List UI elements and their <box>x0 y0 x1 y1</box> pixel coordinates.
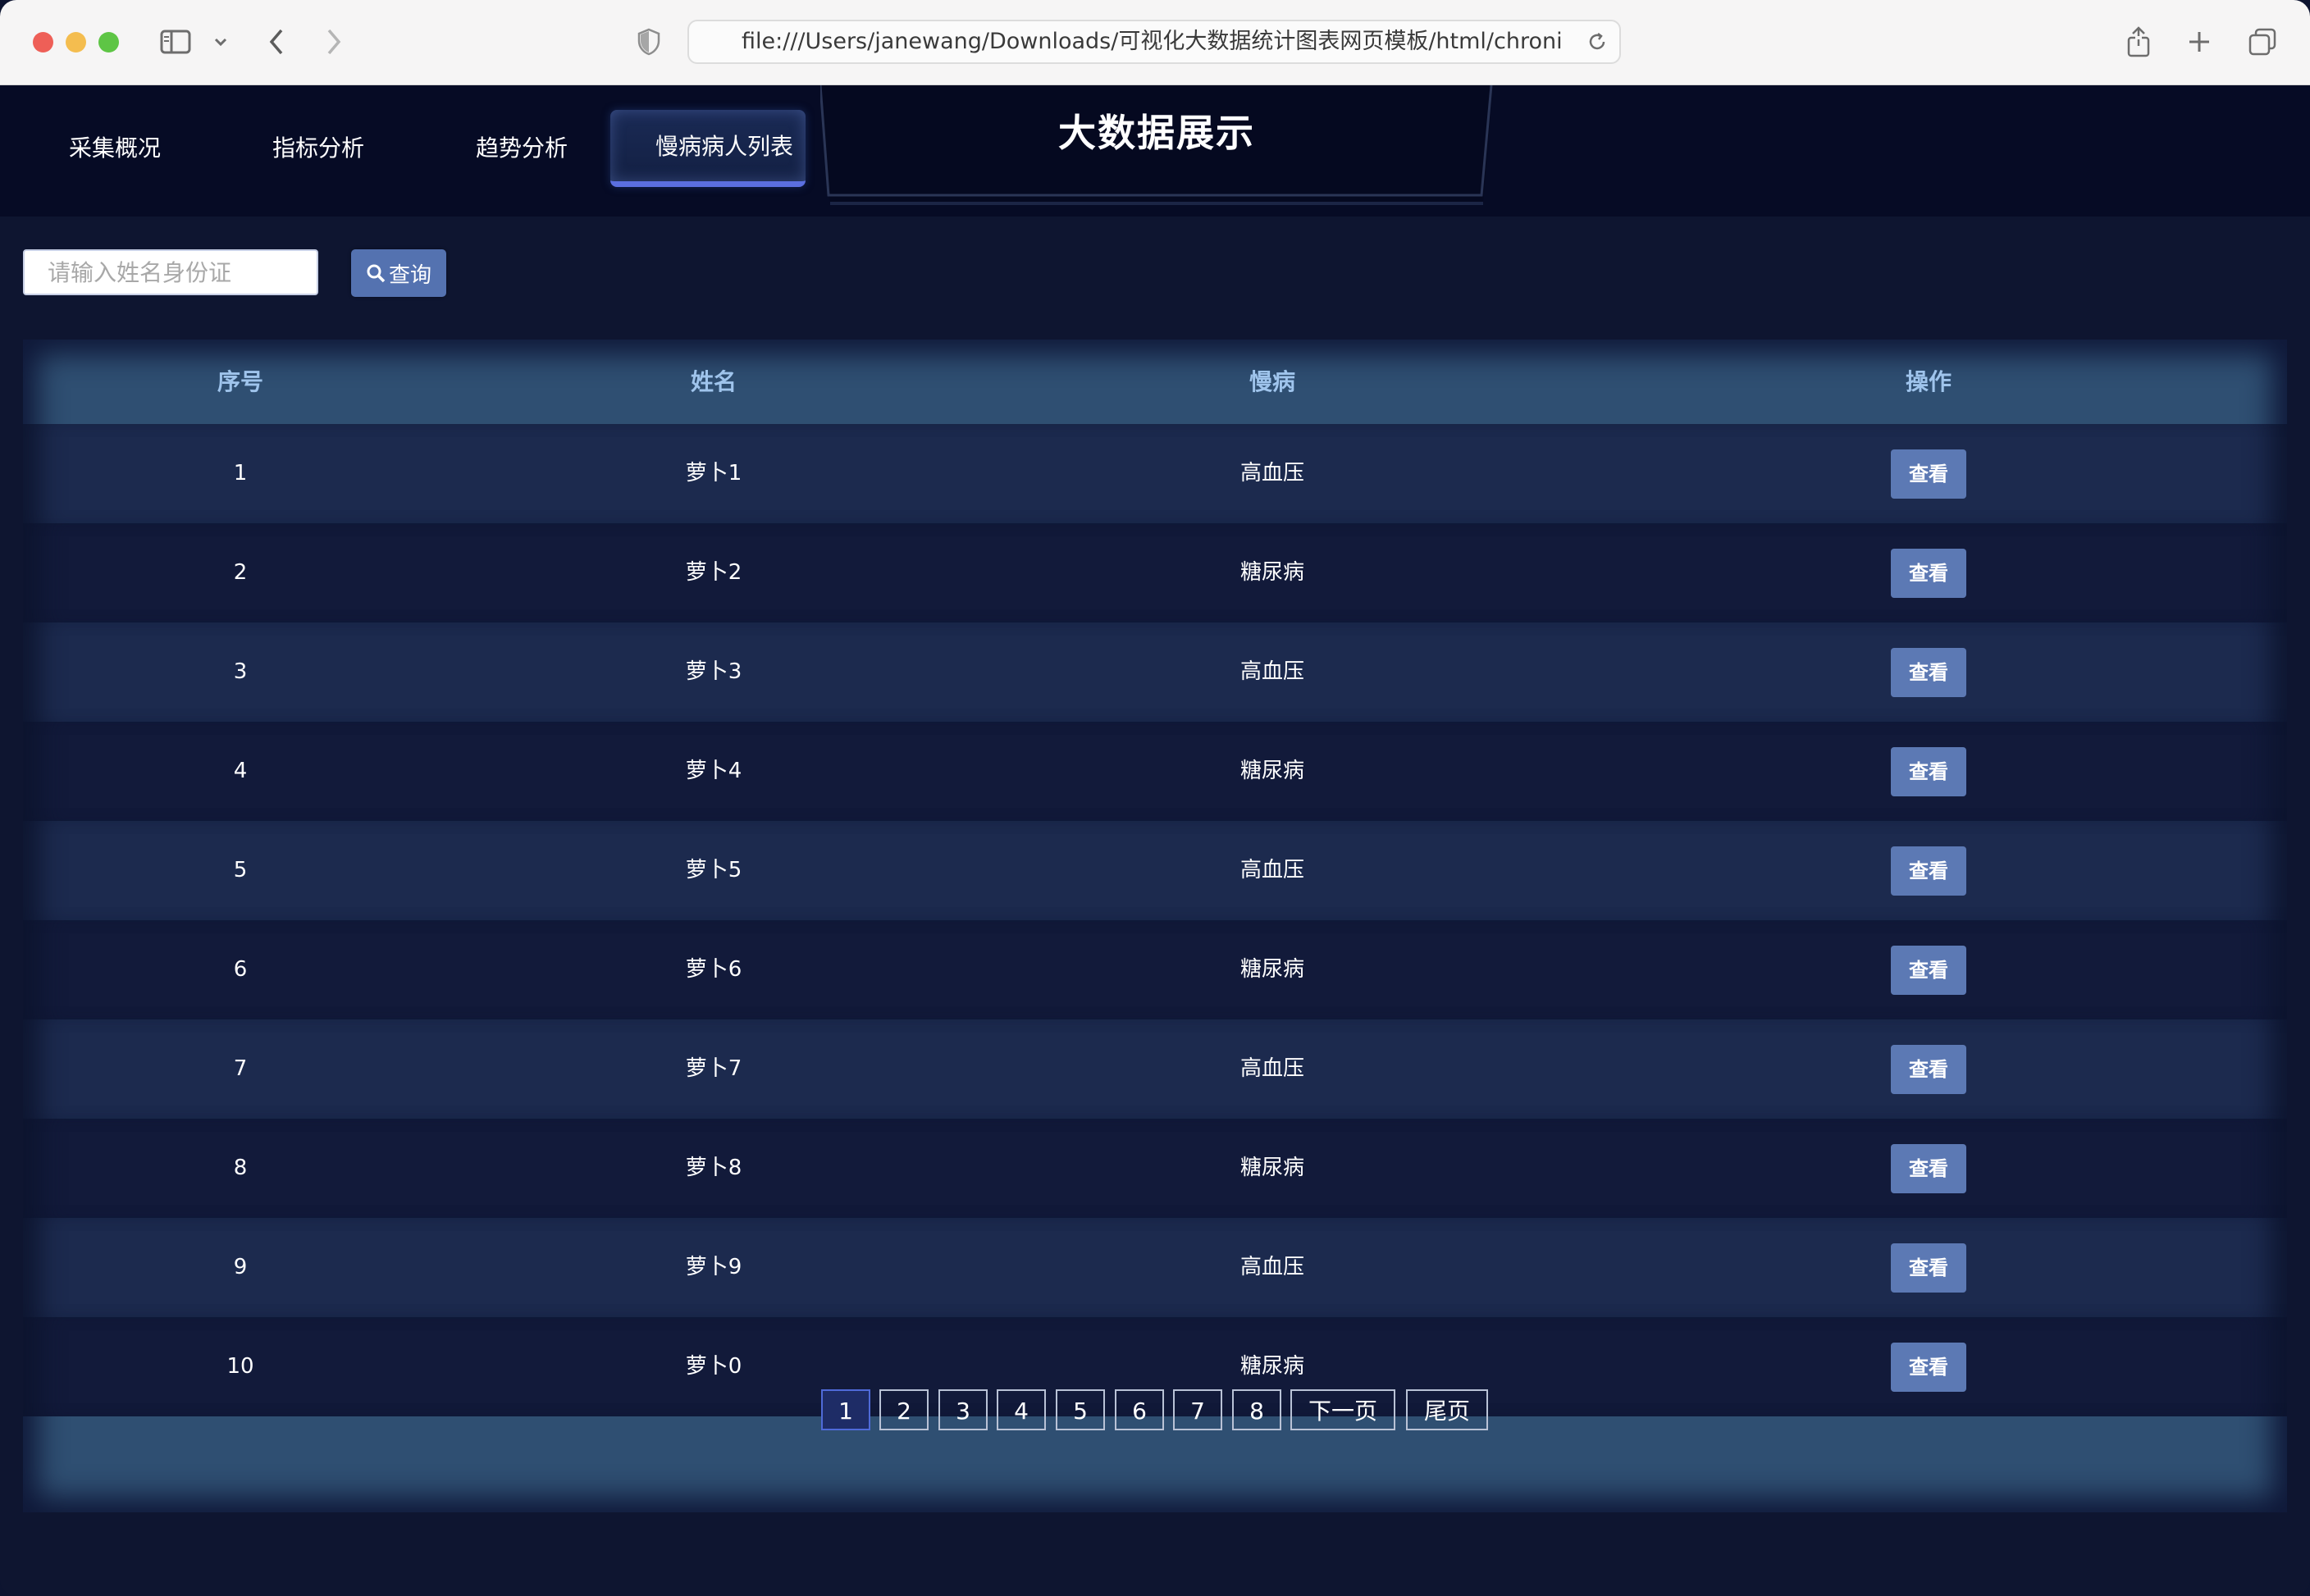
page-title: 大数据展示 <box>1058 111 1255 155</box>
page-button-1[interactable]: 1 <box>821 1389 870 1430</box>
zoom-window-button[interactable] <box>98 32 119 52</box>
cell-disease: 高血压 <box>1239 1255 1305 1279</box>
column-header-action: 操作 <box>1905 368 1952 395</box>
browser-window: file:///Users/janewang/Downloads/可视化大数据统… <box>0 0 2310 1596</box>
view-button[interactable]: 查看 <box>1891 846 1966 896</box>
cell-name: 萝卜3 <box>685 659 742 684</box>
column-header-index: 序号 <box>217 368 264 395</box>
page-button-6[interactable]: 6 <box>1115 1389 1164 1430</box>
table-row: 7 萝卜7 高血压 查看 <box>23 1019 2287 1119</box>
cell-index: 5 <box>233 858 248 882</box>
cell-disease: 高血压 <box>1239 659 1305 684</box>
page-button-5[interactable]: 5 <box>1056 1389 1105 1430</box>
table-row: 2 萝卜2 糖尿病 查看 <box>23 523 2287 622</box>
table-row: 8 萝卜8 糖尿病 查看 <box>23 1119 2287 1218</box>
search-icon <box>366 263 386 283</box>
cell-index: 2 <box>233 560 248 585</box>
cell-index: 3 <box>233 659 248 684</box>
cell-name: 萝卜8 <box>685 1156 742 1180</box>
new-tab-icon[interactable] <box>2185 18 2213 66</box>
forward-icon[interactable] <box>320 18 348 66</box>
table-row: 5 萝卜5 高血压 查看 <box>23 821 2287 920</box>
search-input[interactable] <box>23 249 318 295</box>
table-header: 序号 姓名 慢病 操作 <box>23 340 2287 425</box>
table-row: 1 萝卜1 高血压 查看 <box>23 424 2287 523</box>
page-button-4[interactable]: 4 <box>997 1389 1046 1430</box>
cell-name: 萝卜6 <box>685 957 742 982</box>
pagination: 1 2 3 4 5 6 7 8 下一页 尾页 <box>0 1389 2310 1435</box>
view-button[interactable]: 查看 <box>1891 1343 1966 1392</box>
tab-trend-analysis[interactable]: 趋势分析 <box>448 110 596 187</box>
browser-toolbar: file:///Users/janewang/Downloads/可视化大数据统… <box>0 0 2310 85</box>
last-page-button[interactable]: 尾页 <box>1406 1389 1488 1430</box>
tab-chronic-patient-list-label: 慢病病人列表 <box>655 133 793 160</box>
cell-index: 4 <box>233 759 248 783</box>
cell-disease: 高血压 <box>1239 858 1305 882</box>
share-icon[interactable] <box>2125 18 2152 66</box>
cell-index: 7 <box>233 1056 248 1081</box>
chevron-down-icon[interactable] <box>210 18 231 66</box>
cell-disease: 糖尿病 <box>1239 759 1305 783</box>
tab-indicator-analysis[interactable]: 指标分析 <box>244 110 392 187</box>
cell-name: 萝卜1 <box>685 461 742 486</box>
page-button-7[interactable]: 7 <box>1173 1389 1222 1430</box>
view-button[interactable]: 查看 <box>1891 1144 1966 1193</box>
back-icon[interactable] <box>262 18 290 66</box>
tab-overview-icon[interactable] <box>2246 18 2279 66</box>
cell-disease: 糖尿病 <box>1239 1156 1305 1180</box>
close-window-button[interactable] <box>33 32 53 52</box>
page-button-2[interactable]: 2 <box>879 1389 929 1430</box>
table-row: 3 萝卜3 高血压 查看 <box>23 622 2287 722</box>
view-button[interactable]: 查看 <box>1891 549 1966 598</box>
cell-disease: 高血压 <box>1239 461 1305 486</box>
cell-index: 8 <box>233 1156 248 1180</box>
column-header-disease: 慢病 <box>1249 368 1296 395</box>
cell-name: 萝卜7 <box>685 1056 742 1081</box>
url-text[interactable]: file:///Users/janewang/Downloads/可视化大数据统… <box>742 21 1562 62</box>
table-row: 6 萝卜6 糖尿病 查看 <box>23 920 2287 1019</box>
minimize-window-button[interactable] <box>66 32 86 52</box>
cell-disease: 糖尿病 <box>1239 957 1305 982</box>
view-button[interactable]: 查看 <box>1891 449 1966 499</box>
top-nav-bar: 采集概况 指标分析 趋势分析 慢病病人列表 大数据展示 <box>0 85 2310 217</box>
view-button[interactable]: 查看 <box>1891 648 1966 697</box>
table-row: 4 萝卜4 糖尿病 查看 <box>23 722 2287 821</box>
cell-index: 1 <box>233 461 248 486</box>
table-row: 9 萝卜9 高血压 查看 <box>23 1218 2287 1317</box>
cell-name: 萝卜9 <box>685 1255 742 1279</box>
cell-index: 6 <box>233 957 248 982</box>
view-button[interactable]: 查看 <box>1891 1243 1966 1293</box>
cell-name: 萝卜2 <box>685 560 742 585</box>
privacy-shield-icon[interactable] <box>635 18 663 66</box>
page-button-8[interactable]: 8 <box>1232 1389 1281 1430</box>
sidebar-toggle-icon[interactable] <box>158 18 194 66</box>
title-plate: 大数据展示 <box>820 85 1493 208</box>
page-button-3[interactable]: 3 <box>938 1389 988 1430</box>
cell-name: 萝卜4 <box>685 759 742 783</box>
tab-chronic-patient-list[interactable]: 慢病病人列表 <box>610 110 806 187</box>
view-button[interactable]: 查看 <box>1891 747 1966 796</box>
cell-index: 9 <box>233 1255 248 1279</box>
search-button-label: 查询 <box>388 262 431 288</box>
cell-name: 萝卜5 <box>685 858 742 882</box>
next-page-button[interactable]: 下一页 <box>1290 1389 1395 1430</box>
view-button[interactable]: 查看 <box>1891 946 1966 995</box>
tab-collection-overview[interactable]: 采集概况 <box>41 110 189 187</box>
cell-disease: 糖尿病 <box>1239 560 1305 585</box>
column-header-name: 姓名 <box>690 368 737 395</box>
cell-disease: 高血压 <box>1239 1056 1305 1081</box>
reload-icon[interactable] <box>1586 31 1608 56</box>
view-button[interactable]: 查看 <box>1891 1045 1966 1094</box>
search-button[interactable]: 查询 <box>351 249 446 297</box>
address-bar[interactable]: file:///Users/janewang/Downloads/可视化大数据统… <box>687 20 1621 64</box>
